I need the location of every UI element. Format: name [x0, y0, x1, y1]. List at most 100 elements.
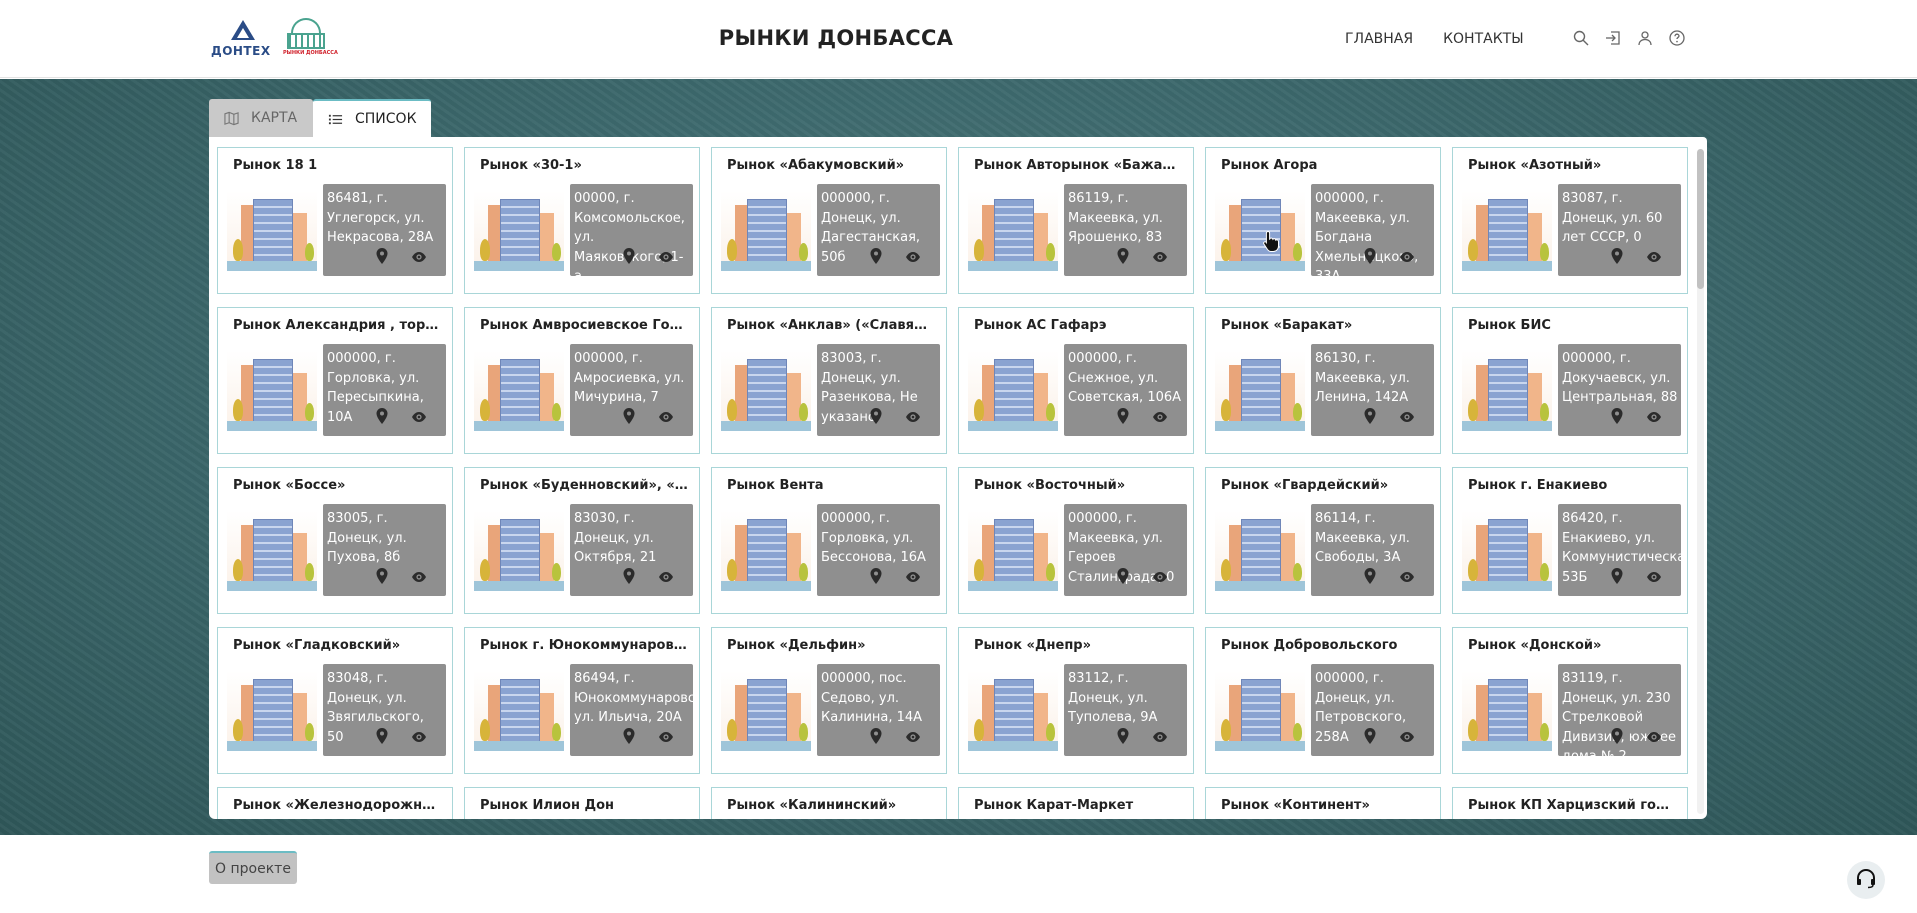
market-card[interactable]: Рынок Амвросиевское Горпо 000000, г. Амро… — [464, 307, 700, 454]
map-pin-icon[interactable] — [1115, 247, 1131, 265]
market-title[interactable]: Рынок «Восточный» — [974, 478, 1182, 493]
eye-icon[interactable] — [411, 730, 427, 744]
eye-icon[interactable] — [905, 570, 921, 584]
market-card[interactable]: Рынок КП Харцизский горо… — [1452, 787, 1688, 819]
eye-icon[interactable] — [411, 250, 427, 264]
market-card[interactable]: Рынок «Донской» 83119, г. Донецк, ул. 230… — [1452, 627, 1688, 774]
market-card[interactable]: Рынок г. Енакиево 86420, г. Енакиево, ул.… — [1452, 467, 1688, 614]
market-card[interactable]: Рынок «Баракат» 86130, г. Макеевка, ул. Л… — [1205, 307, 1441, 454]
nav-home-link[interactable]: ГЛАВНАЯ — [1345, 31, 1413, 47]
market-title[interactable]: Рынок КП Харцизский горо… — [1468, 798, 1676, 813]
map-pin-icon[interactable] — [621, 567, 637, 585]
map-pin-icon[interactable] — [868, 407, 884, 425]
market-title[interactable]: Рынок 18 1 — [233, 158, 441, 173]
market-title[interactable]: Рынок «Баракат» — [1221, 318, 1429, 333]
tab-list[interactable]: СПИСОК — [313, 99, 431, 137]
map-pin-icon[interactable] — [1362, 727, 1378, 745]
market-title[interactable]: Рынок «Дельфин» — [727, 638, 935, 653]
eye-icon[interactable] — [658, 410, 674, 424]
market-card[interactable]: Рынок «Анклав» («Славянск… 83003, г. Доне… — [711, 307, 947, 454]
market-title[interactable]: Рынок Вента — [727, 478, 935, 493]
map-pin-icon[interactable] — [868, 727, 884, 745]
market-card[interactable]: Рынок «Дельфин» 000000, пос. Седово, ул. … — [711, 627, 947, 774]
market-card[interactable]: Рынок г. Юнокоммунаровск 86494, г. Юноком… — [464, 627, 700, 774]
market-card[interactable]: Рынок «Континент» — [1205, 787, 1441, 819]
scrollbar-thumb[interactable] — [1697, 149, 1704, 289]
map-pin-icon[interactable] — [1362, 247, 1378, 265]
map-pin-icon[interactable] — [1115, 727, 1131, 745]
map-pin-icon[interactable] — [374, 567, 390, 585]
market-title[interactable]: Рынок Александрия , торгов… — [233, 318, 441, 333]
market-title[interactable]: Рынок Авторынок «Бажано… — [974, 158, 1182, 173]
market-title[interactable]: Рынок Илион Дон — [480, 798, 688, 813]
market-card[interactable]: Рынок АС Гафарэ 000000, г. Снежное, ул. С… — [958, 307, 1194, 454]
market-card[interactable]: Рынок «Буденновский», «П… 83030, г. Донец… — [464, 467, 700, 614]
market-title[interactable]: Рынок Добровольского — [1221, 638, 1429, 653]
market-title[interactable]: Рынок «Анклав» («Славянск… — [727, 318, 935, 333]
market-title[interactable]: Рынок «30-1» — [480, 158, 688, 173]
market-title[interactable]: Рынок «Днепр» — [974, 638, 1182, 653]
market-card[interactable]: Рынок «Днепр» 83112, г. Донецк, ул. Тупол… — [958, 627, 1194, 774]
eye-icon[interactable] — [658, 730, 674, 744]
market-title[interactable]: Рынок «Гвардейский» — [1221, 478, 1429, 493]
eye-icon[interactable] — [905, 730, 921, 744]
market-title[interactable]: Рынок «Абакумовский» — [727, 158, 935, 173]
eye-icon[interactable] — [1646, 410, 1662, 424]
eye-icon[interactable] — [411, 410, 427, 424]
eye-icon[interactable] — [411, 570, 427, 584]
market-card[interactable]: Рынок 18 1 86481, г. Углегорск, ул. Некра… — [217, 147, 453, 294]
map-pin-icon[interactable] — [1115, 407, 1131, 425]
market-title[interactable]: Рынок «Азотный» — [1468, 158, 1676, 173]
market-card[interactable]: Рынок «Калининский» — [711, 787, 947, 819]
eye-icon[interactable] — [658, 570, 674, 584]
help-icon[interactable] — [1669, 30, 1685, 46]
map-pin-icon[interactable] — [621, 727, 637, 745]
market-title[interactable]: Рынок «Калининский» — [727, 798, 935, 813]
map-pin-icon[interactable] — [374, 407, 390, 425]
market-title[interactable]: Рынок «Донской» — [1468, 638, 1676, 653]
map-pin-icon[interactable] — [1609, 567, 1625, 585]
market-card[interactable]: Рынок Авторынок «Бажано… 86119, г. Макеев… — [958, 147, 1194, 294]
market-title[interactable]: Рынок Агора — [1221, 158, 1429, 173]
market-title[interactable]: Рынок «Боссе» — [233, 478, 441, 493]
market-card[interactable]: Рынок «Железнодорожный… — [217, 787, 453, 819]
market-card[interactable]: Рынок «Гладковский» 83048, г. Донецк, ул.… — [217, 627, 453, 774]
eye-icon[interactable] — [1399, 410, 1415, 424]
eye-icon[interactable] — [1399, 570, 1415, 584]
map-pin-icon[interactable] — [868, 247, 884, 265]
eye-icon[interactable] — [905, 410, 921, 424]
eye-icon[interactable] — [658, 250, 674, 264]
market-card[interactable]: Рынок «Боссе» 83005, г. Донецк, ул. Пухов… — [217, 467, 453, 614]
eye-icon[interactable] — [1646, 730, 1662, 744]
market-card[interactable]: Рынок Илион Дон — [464, 787, 700, 819]
market-title[interactable]: Рынок БИС — [1468, 318, 1676, 333]
map-pin-icon[interactable] — [868, 567, 884, 585]
market-title[interactable]: Рынок Амвросиевское Горпо — [480, 318, 688, 333]
market-card[interactable]: Рынок Александрия , торгов… 000000, г. Го… — [217, 307, 453, 454]
market-title[interactable]: Рынок «Буденновский», «П… — [480, 478, 688, 493]
market-title[interactable]: Рынок АС Гафарэ — [974, 318, 1182, 333]
map-pin-icon[interactable] — [1609, 727, 1625, 745]
market-title[interactable]: Рынок «Гладковский» — [233, 638, 441, 653]
market-card[interactable]: Рынок Карат-Маркет — [958, 787, 1194, 819]
map-pin-icon[interactable] — [374, 247, 390, 265]
market-card[interactable]: Рынок Добровольского 000000, г. Донецк, у… — [1205, 627, 1441, 774]
market-card[interactable]: Рынок Агора 000000, г. Макеевка, ул. Богд… — [1205, 147, 1441, 294]
market-card[interactable]: Рынок Вента 000000, г. Горловка, ул. Бесс… — [711, 467, 947, 614]
user-icon[interactable] — [1637, 30, 1653, 46]
eye-icon[interactable] — [1646, 570, 1662, 584]
map-pin-icon[interactable] — [621, 247, 637, 265]
market-card[interactable]: Рынок «30-1» 00000, г. Комсомольское, ул.… — [464, 147, 700, 294]
about-project-button[interactable]: О проекте — [209, 851, 297, 884]
market-title[interactable]: Рынок Карат-Маркет — [974, 798, 1182, 813]
map-pin-icon[interactable] — [621, 407, 637, 425]
support-button[interactable] — [1847, 861, 1885, 899]
map-pin-icon[interactable] — [374, 727, 390, 745]
eye-icon[interactable] — [1399, 250, 1415, 264]
eye-icon[interactable] — [1399, 730, 1415, 744]
market-card[interactable]: Рынок БИС 000000, г. Докучаевск, ул. Цент… — [1452, 307, 1688, 454]
map-pin-icon[interactable] — [1115, 567, 1131, 585]
map-pin-icon[interactable] — [1362, 407, 1378, 425]
map-pin-icon[interactable] — [1609, 407, 1625, 425]
market-title[interactable]: Рынок «Континент» — [1221, 798, 1429, 813]
